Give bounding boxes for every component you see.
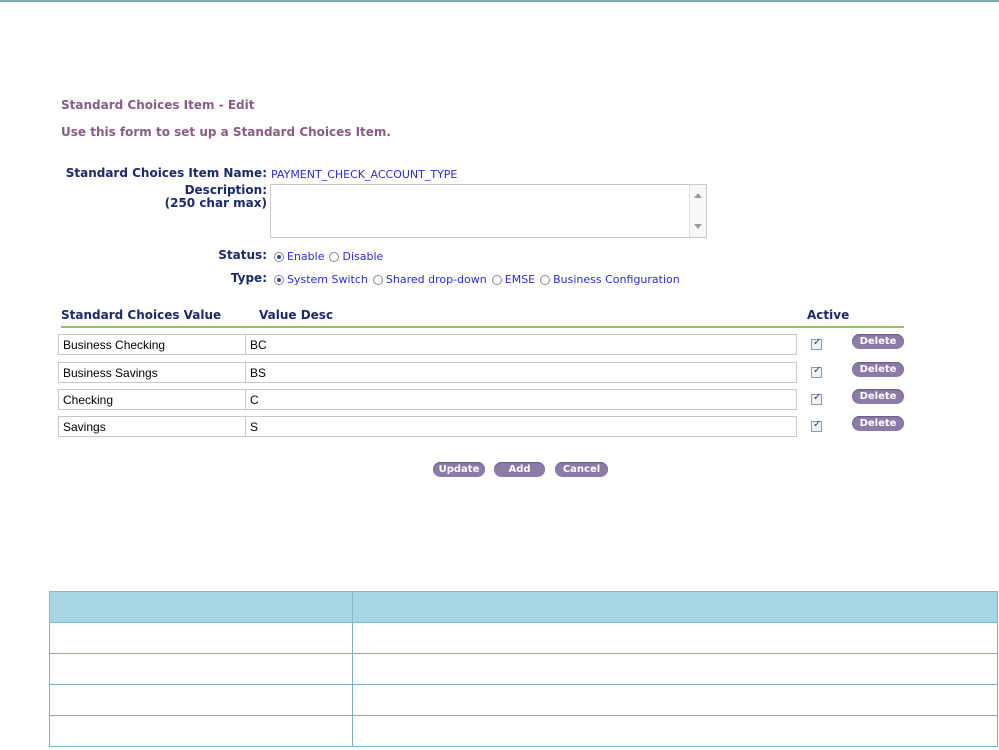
scroll-up-icon[interactable] — [694, 193, 702, 198]
type-option-system-switch[interactable]: System Switch — [274, 273, 368, 286]
delete-button[interactable]: Delete — [852, 334, 904, 349]
description-hint: (250 char max) — [164, 196, 267, 210]
active-checkbox[interactable] — [811, 419, 822, 432]
bottom-table-row — [49, 653, 998, 685]
column-header-desc: Value Desc — [259, 308, 334, 322]
status-option-enable[interactable]: Enable — [274, 250, 324, 263]
value-input[interactable]: Business Checking — [58, 334, 249, 355]
table-row: Checking C Delete — [58, 389, 908, 411]
type-option-label: EMSE — [504, 273, 536, 286]
bottom-table-header-cell — [49, 591, 353, 623]
status-radio-group: Enable Disable — [274, 250, 388, 263]
item-name-value: PAYMENT_CHECK_ACCOUNT_TYPE — [271, 168, 458, 181]
type-option-label: System Switch — [287, 273, 368, 286]
bottom-table-cell — [352, 684, 998, 716]
radio-unselected-icon[interactable] — [491, 274, 502, 285]
value-input[interactable]: Savings — [58, 416, 249, 437]
item-name-label: Standard Choices Item Name: — [65, 166, 267, 180]
table-row: Business Checking BC Delete — [58, 334, 908, 356]
bottom-table-cell — [352, 653, 998, 685]
update-button[interactable]: Update — [433, 462, 485, 477]
value-desc-input[interactable]: BS — [245, 362, 797, 383]
radio-unselected-icon[interactable] — [329, 251, 340, 262]
value-input[interactable]: Business Savings — [58, 362, 249, 383]
table-row: Business Savings BS Delete — [58, 362, 908, 384]
description-textarea[interactable] — [270, 184, 707, 238]
bottom-table-header — [49, 591, 998, 623]
top-border — [0, 0, 999, 2]
bottom-table-row — [49, 715, 998, 747]
type-option-business-configuration[interactable]: Business Configuration — [540, 273, 680, 286]
table-row: Savings S Delete — [58, 416, 908, 438]
bottom-table-header-cell — [352, 591, 998, 623]
delete-button[interactable]: Delete — [852, 416, 904, 431]
page-subtitle: Use this form to set up a Standard Choic… — [61, 125, 391, 139]
add-button[interactable]: Add — [494, 462, 545, 477]
column-header-active: Active — [807, 308, 850, 322]
description-label: Description: (250 char max) — [61, 184, 267, 210]
value-input[interactable]: Checking — [58, 389, 249, 410]
bottom-table-cell — [49, 715, 353, 747]
bottom-table-row — [49, 684, 998, 716]
value-desc-input[interactable]: C — [245, 389, 797, 410]
delete-button[interactable]: Delete — [852, 362, 904, 377]
scroll-down-icon[interactable] — [694, 224, 702, 229]
active-checkbox[interactable] — [811, 392, 822, 405]
header-divider — [61, 326, 904, 328]
status-label: Status: — [218, 248, 267, 262]
type-radio-group: System Switch Shared drop-down EMSE Busi… — [274, 273, 685, 286]
column-header-value: Standard Choices Value — [61, 308, 222, 322]
radio-selected-icon[interactable] — [274, 274, 284, 285]
bottom-table-cell — [49, 622, 353, 654]
bottom-table-cell — [352, 622, 998, 654]
bottom-table — [49, 591, 998, 747]
bottom-table-cell — [49, 684, 353, 716]
status-option-label: Enable — [287, 250, 325, 263]
type-option-emse[interactable]: EMSE — [491, 273, 536, 286]
bottom-table-row — [49, 622, 998, 654]
radio-unselected-icon[interactable] — [372, 274, 383, 285]
active-checkbox[interactable] — [811, 365, 822, 378]
value-desc-input[interactable]: BC — [245, 334, 797, 355]
status-option-label: Disable — [342, 250, 384, 263]
status-option-disable[interactable]: Disable — [329, 250, 383, 263]
radio-unselected-icon[interactable] — [540, 274, 551, 285]
value-desc-input[interactable]: S — [245, 416, 797, 437]
bottom-table-cell — [352, 715, 998, 747]
bottom-table-cell — [49, 653, 353, 685]
radio-selected-icon[interactable] — [274, 251, 284, 262]
type-option-label: Business Configuration — [553, 273, 680, 286]
page-title: Standard Choices Item - Edit — [61, 98, 255, 112]
cancel-button[interactable]: Cancel — [555, 462, 608, 477]
active-checkbox[interactable] — [811, 337, 822, 350]
type-label: Type: — [230, 271, 267, 285]
type-option-shared-dropdown[interactable]: Shared drop-down — [372, 273, 487, 286]
type-option-label: Shared drop-down — [385, 273, 487, 286]
description-scrollbar[interactable] — [689, 185, 706, 237]
delete-button[interactable]: Delete — [852, 389, 904, 404]
